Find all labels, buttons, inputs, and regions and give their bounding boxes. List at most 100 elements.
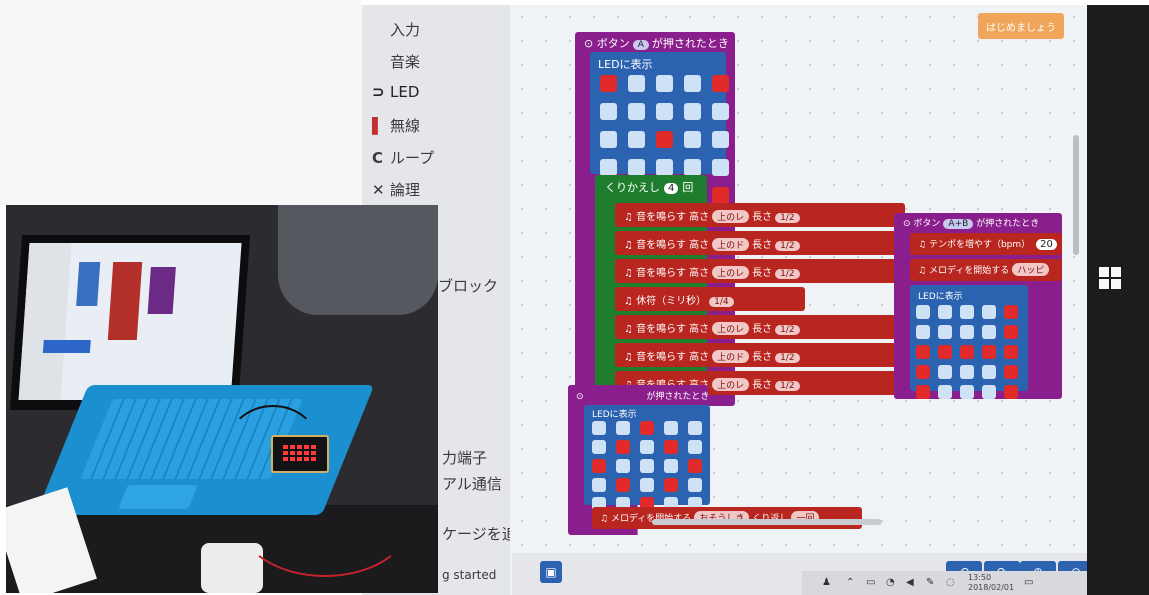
led-cell[interactable] (640, 421, 654, 435)
led-cell[interactable] (640, 459, 654, 473)
beat-dropdown[interactable]: 1/2 (775, 269, 800, 279)
chevron-up-icon[interactable]: ⌃ (846, 577, 854, 588)
beat-dropdown[interactable]: 1/2 (775, 381, 800, 391)
pen-icon[interactable]: ✎ (926, 577, 934, 588)
led-cell[interactable] (916, 345, 930, 359)
melody-dropdown[interactable]: ハッピ (1012, 263, 1050, 276)
led-cell[interactable] (938, 325, 952, 339)
category-advanced-blocks[interactable]: ブロック (438, 275, 498, 296)
note-dropdown[interactable]: 上のレ (712, 378, 750, 391)
led-cell[interactable] (628, 159, 645, 176)
led-cell[interactable] (684, 103, 701, 120)
led-cell[interactable] (960, 345, 974, 359)
led-cell[interactable] (712, 131, 729, 148)
led-cell[interactable] (592, 440, 606, 454)
people-icon[interactable]: ♟ (822, 577, 831, 588)
category-pins[interactable]: 力端子 (442, 447, 487, 468)
led-cell[interactable] (712, 75, 729, 92)
beat-dropdown[interactable]: 1/2 (775, 325, 800, 335)
led-cell[interactable] (938, 385, 952, 399)
led-cell[interactable] (616, 459, 630, 473)
beat-dropdown[interactable]: 1/2 (775, 213, 800, 223)
led-cell[interactable] (688, 440, 702, 454)
horizontal-scrollbar[interactable] (652, 519, 882, 525)
led-cell[interactable] (640, 478, 654, 492)
led-cell[interactable] (664, 478, 678, 492)
led-cell[interactable] (982, 325, 996, 339)
led-cell[interactable] (960, 385, 974, 399)
led-cell[interactable] (916, 305, 930, 319)
getting-started-link[interactable]: g started (442, 568, 496, 582)
category-radio[interactable]: ▌ 無線 (372, 115, 420, 136)
category-music[interactable]: 音楽 (372, 51, 420, 72)
led-cell[interactable] (688, 459, 702, 473)
led-cell[interactable] (1004, 305, 1018, 319)
led-cell[interactable] (616, 421, 630, 435)
led-cell[interactable] (656, 75, 673, 92)
led-cell[interactable] (656, 103, 673, 120)
note-dropdown[interactable]: 上のレ (712, 210, 750, 223)
led-cell[interactable] (600, 103, 617, 120)
led-cell[interactable] (688, 421, 702, 435)
save-button[interactable]: ▣ (540, 561, 562, 583)
network-icon[interactable]: ◔ (886, 577, 895, 588)
led-cell[interactable] (982, 385, 996, 399)
led-cell[interactable] (684, 131, 701, 148)
led-cell[interactable] (600, 131, 617, 148)
tempo-input[interactable]: 20 (1036, 239, 1057, 250)
category-input[interactable]: 入力 (372, 19, 420, 40)
led-cell[interactable] (592, 421, 606, 435)
led-cell[interactable] (938, 345, 952, 359)
led-cell[interactable] (628, 103, 645, 120)
start-button[interactable]: はじめましょう (978, 13, 1064, 39)
vertical-scrollbar[interactable] (1073, 135, 1079, 255)
led-cell[interactable] (684, 159, 701, 176)
category-led[interactable]: ⊃ LED (372, 83, 419, 101)
category-logic[interactable]: ✕ 論理 (372, 179, 420, 200)
led-cell[interactable] (640, 440, 654, 454)
led-cell[interactable] (960, 365, 974, 379)
led-cell[interactable] (664, 440, 678, 454)
led-cell[interactable] (600, 75, 617, 92)
beat-dropdown[interactable]: 1/2 (775, 353, 800, 363)
beat-dropdown[interactable]: 1/2 (775, 241, 800, 251)
led-cell[interactable] (664, 459, 678, 473)
led-cell[interactable] (628, 75, 645, 92)
led-cell[interactable] (916, 365, 930, 379)
beat-dropdown[interactable]: 1/4 (709, 297, 734, 307)
led-grid-b[interactable] (592, 421, 702, 511)
led-cell[interactable] (938, 305, 952, 319)
led-cell[interactable] (664, 421, 678, 435)
led-cell[interactable] (628, 131, 645, 148)
led-cell[interactable] (916, 325, 930, 339)
repeat-count-input[interactable]: 4 (664, 183, 679, 194)
led-cell[interactable] (938, 365, 952, 379)
led-cell[interactable] (982, 345, 996, 359)
led-cell[interactable] (982, 305, 996, 319)
note-dropdown[interactable]: 上のレ (712, 266, 750, 279)
led-cell[interactable] (656, 131, 673, 148)
volume-icon[interactable]: ◀ (906, 577, 914, 588)
led-cell[interactable] (1004, 325, 1018, 339)
led-cell[interactable] (592, 478, 606, 492)
led-cell[interactable] (656, 159, 673, 176)
led-cell[interactable] (1004, 385, 1018, 399)
led-cell[interactable] (684, 75, 701, 92)
led-grid-ab[interactable] (916, 305, 1018, 399)
led-cell[interactable] (1004, 345, 1018, 359)
led-cell[interactable] (960, 325, 974, 339)
led-cell[interactable] (712, 159, 729, 176)
led-cell[interactable] (916, 385, 930, 399)
led-cell[interactable] (600, 159, 617, 176)
category-loops[interactable]: C ループ (372, 147, 434, 168)
led-cell[interactable] (616, 478, 630, 492)
led-cell[interactable] (960, 305, 974, 319)
ime-icon[interactable]: ◌ (946, 577, 955, 588)
led-cell[interactable] (688, 478, 702, 492)
battery-icon[interactable]: ▭ (866, 577, 875, 588)
notification-icon[interactable]: ▭ (1024, 577, 1033, 588)
note-dropdown[interactable]: 上のド (712, 350, 750, 363)
led-cell[interactable] (592, 459, 606, 473)
led-cell[interactable] (616, 440, 630, 454)
category-serial[interactable]: アル通信 (442, 473, 502, 494)
